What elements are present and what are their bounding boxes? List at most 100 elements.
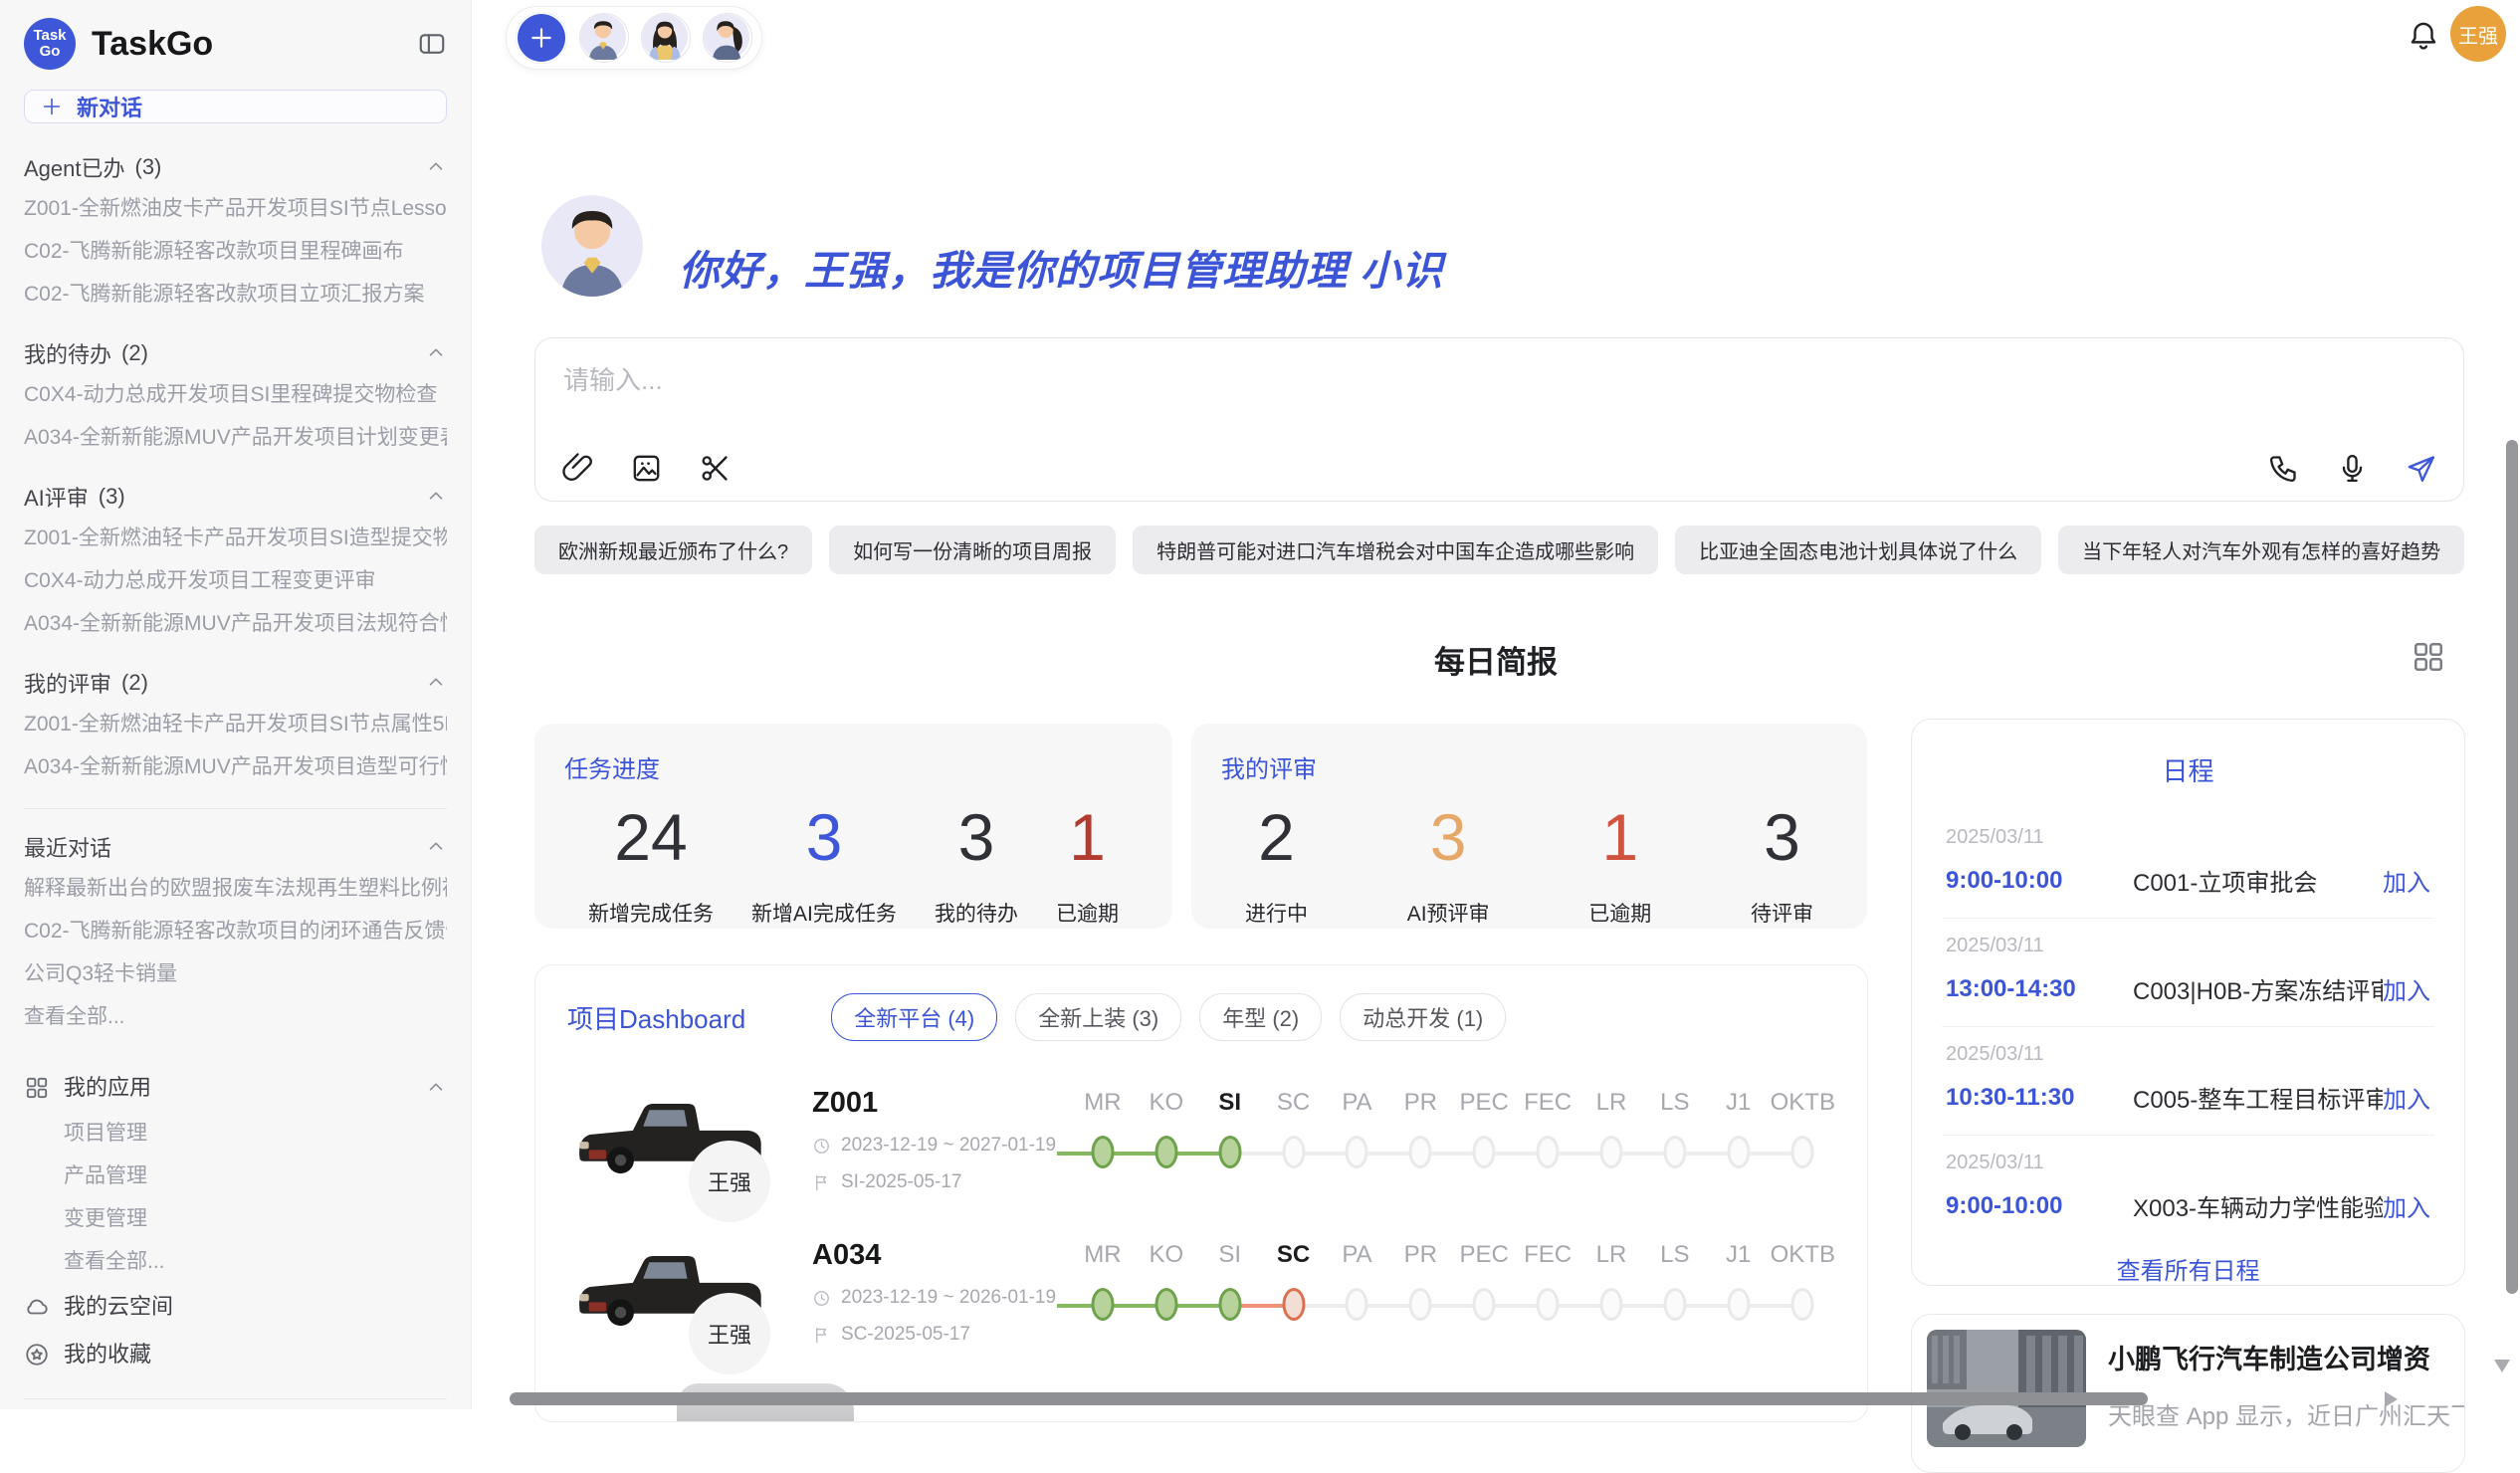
recent-conversation-item[interactable]: 解释最新出台的欧盟报废车法规再生塑料比例被调至15%...	[24, 867, 447, 910]
sidebar-task-item[interactable]: C0X4-动力总成开发项目工程变更评审	[24, 559, 447, 602]
chat-input[interactable]	[561, 358, 2441, 424]
sidebar-header: Task Go TaskGo	[24, 18, 447, 70]
app-logo-line1: Task	[33, 28, 66, 44]
project-row[interactable]: 王强 A034 2023-12-19 ~ 2026-01-19 SC-2025-…	[567, 1237, 1835, 1346]
event-time: 13:00-14:30	[1946, 975, 2133, 1003]
sidebar-section-header[interactable]: Agent已办 (3)	[24, 151, 447, 183]
suggestion-chip[interactable]: 当下年轻人对汽车外观有怎样的喜好趋势	[2058, 526, 2464, 574]
schedule-event: 2025/03/11 10:30-11:30 C005-整车工程目标评审 加入	[1942, 1027, 2434, 1136]
dashboard-filter-pill[interactable]: 全新上装 (3)	[1015, 993, 1181, 1041]
chevron-up-icon[interactable]	[425, 342, 447, 364]
recent-conversation-item[interactable]: 查看全部...	[24, 995, 447, 1038]
sidebar-task-item[interactable]: C02-飞腾新能源轻客改款项目里程碑画布	[24, 230, 447, 273]
sidebar-task-item[interactable]: A034-全新新能源MUV产品开发项目造型可行性评审	[24, 745, 447, 788]
milestone-pr: PR	[1388, 1241, 1452, 1329]
event-join-link[interactable]: 加入	[2383, 1080, 2430, 1115]
sidebar-task-item[interactable]: C02-飞腾新能源轻客改款项目立项汇报方案	[24, 273, 447, 316]
sidebar-section-header[interactable]: 我的待办 (2)	[24, 337, 447, 369]
event-join-link[interactable]: 加入	[2383, 863, 2430, 898]
new-chat-button[interactable]: 新对话	[24, 90, 447, 123]
milestone-label: J1	[1726, 1241, 1751, 1273]
vertical-scrollbar-thumb[interactable]	[2506, 440, 2518, 1294]
event-join-link[interactable]: 加入	[2383, 971, 2430, 1006]
sidebar-task-item[interactable]: Z001-全新燃油皮卡产品开发项目SI节点Lesson Learn报告	[24, 187, 447, 230]
dashboard-filter-pill[interactable]: 全新平台 (4)	[831, 993, 997, 1041]
milestone-label: PR	[1404, 1241, 1437, 1273]
milestone-lr: LR	[1579, 1241, 1643, 1329]
chevron-up-icon[interactable]	[425, 836, 447, 858]
scroll-down-arrow[interactable]	[2494, 1360, 2510, 1372]
my-apps-subitem[interactable]: 变更管理	[24, 1197, 447, 1240]
my-apps-subitem[interactable]: 项目管理	[24, 1112, 447, 1155]
recent-conversation-item[interactable]: 公司Q3轻卡销量	[24, 952, 447, 995]
suggestion-chip[interactable]: 比亚迪全固态电池计划具体说了什么	[1675, 526, 2041, 574]
my-apps-subitem[interactable]: 产品管理	[24, 1155, 447, 1197]
dashboard-filter-pill[interactable]: 年型 (2)	[1199, 993, 1322, 1041]
scroll-right-arrow[interactable]	[2385, 1391, 2398, 1407]
event-main: 10:30-11:30 C005-整车工程目标评审 加入	[1946, 1080, 2430, 1115]
sidebar-shortcut[interactable]: 我的收藏	[24, 1331, 447, 1378]
horizontal-scrollbar-thumb[interactable]	[510, 1392, 2148, 1405]
event-join-link[interactable]: 加入	[2383, 1188, 2430, 1223]
milestone-node	[1282, 1136, 1305, 1168]
stat-label: 新增完成任务	[588, 898, 714, 928]
sidebar-recent-header[interactable]: 最近对话	[24, 831, 447, 863]
app-title: TaskGo	[92, 25, 401, 64]
chevron-up-icon[interactable]	[425, 672, 447, 694]
my-apps-subitem[interactable]: 查看全部...	[24, 1240, 447, 1283]
layout-grid-icon[interactable]	[2411, 639, 2446, 675]
project-row[interactable]: 王强 Z001 2023-12-19 ~ 2027-01-19 SI-2025-…	[567, 1085, 1835, 1193]
sidebar-task-item[interactable]: Z001-全新燃油轻卡产品开发项目SI节点属性5D文件评审	[24, 703, 447, 745]
recent-conversation-item[interactable]: C02-飞腾新能源轻客改款项目的闭环通告反馈情况	[24, 910, 447, 952]
stat-value: 3	[1764, 804, 1800, 870]
sidebar-task-item[interactable]: C0X4-动力总成开发项目SI里程碑提交物检查	[24, 373, 447, 416]
sidebar-section: 我的待办 (2) C0X4-动力总成开发项目SI里程碑提交物检查A034-全新新…	[24, 337, 447, 459]
dashboard-title: 项目Dashboard	[567, 999, 745, 1036]
sidebar-collapse-icon[interactable]	[417, 29, 447, 59]
dashboard-filter-pill[interactable]: 动总开发 (1)	[1340, 993, 1506, 1041]
stat-value: 3	[806, 804, 843, 870]
project-flag-label: SC-2025-05-17	[841, 1324, 970, 1346]
user-avatar[interactable]: 王强	[2450, 6, 2506, 62]
milestone-node	[1346, 1288, 1368, 1321]
project-owner-badge: 王强	[689, 1141, 770, 1222]
chevron-up-icon[interactable]	[425, 1077, 447, 1099]
teammate-avatar[interactable]	[641, 13, 691, 63]
add-agent-button[interactable]	[516, 12, 567, 64]
project-code: Z001	[812, 1087, 1071, 1120]
milestone-node	[1473, 1136, 1496, 1168]
attachment-icon[interactable]	[561, 452, 594, 485]
sidebar-shortcut[interactable]: 我的云空间	[24, 1283, 447, 1331]
event-time: 10:30-11:30	[1946, 1084, 2133, 1112]
apps-grid-icon	[24, 1075, 50, 1101]
sidebar-section-header[interactable]: 我的评审 (2)	[24, 667, 447, 699]
send-icon[interactable]	[2405, 452, 2437, 485]
teammate-avatar[interactable]	[579, 13, 629, 63]
notification-bell-icon[interactable]	[2407, 19, 2440, 53]
chevron-up-icon[interactable]	[425, 156, 447, 178]
suggestion-chip[interactable]: 特朗普可能对进口汽车增税会对中国车企造成哪些影响	[1133, 526, 1658, 574]
shortcut-icon	[24, 1342, 50, 1368]
sidebar-task-item[interactable]: A034-全新新能源MUV产品开发项目计划变更表编写	[24, 416, 447, 459]
scissors-icon[interactable]	[699, 452, 732, 485]
schedule-title: 日程	[1942, 751, 2434, 788]
sidebar-task-item[interactable]: Z001-全新燃油轻卡产品开发项目SI造型提交物评审	[24, 517, 447, 559]
sidebar-item-my-apps[interactable]: 我的应用	[24, 1064, 447, 1112]
sidebar-sections: Agent已办 (3) Z001-全新燃油皮卡产品开发项目SI节点Lesson …	[24, 129, 447, 1409]
milestone-pr: PR	[1388, 1089, 1452, 1176]
sidebar-task-item[interactable]: A034-全新新能源MUV产品开发项目法规符合性评审	[24, 602, 447, 645]
phone-icon[interactable]	[2267, 452, 2300, 485]
teammate-avatar[interactable]	[703, 13, 752, 63]
project-owner-badge: 王强	[689, 1293, 770, 1374]
microphone-icon[interactable]	[2336, 452, 2369, 485]
stat-label: 我的待办	[935, 898, 1018, 928]
chevron-up-icon[interactable]	[425, 486, 447, 508]
sidebar-section: AI评审 (3) Z001-全新燃油轻卡产品开发项目SI造型提交物评审C0X4-…	[24, 481, 447, 645]
image-icon[interactable]	[630, 452, 663, 485]
view-all-schedule-link[interactable]: 查看所有日程	[1942, 1251, 2434, 1286]
stat-item: 3 新增AI完成任务	[751, 804, 897, 928]
sidebar-tool[interactable]: AI超级员工	[24, 1399, 447, 1409]
suggestion-chip[interactable]: 如何写一份清晰的项目周报	[829, 526, 1116, 574]
sidebar-section-header[interactable]: AI评审 (3)	[24, 481, 447, 513]
suggestion-chip[interactable]: 欧洲新规最近颁布了什么?	[534, 526, 812, 574]
